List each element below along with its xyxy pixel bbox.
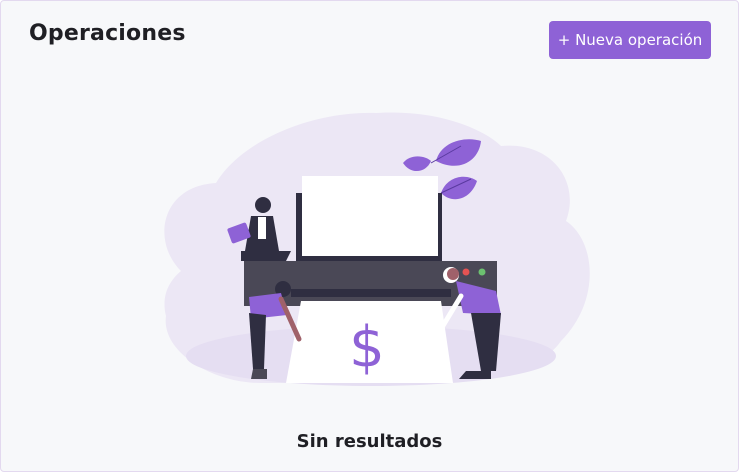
printer-light-green <box>478 268 486 276</box>
operations-panel: Operaciones + Nueva operación $ Sin resu… <box>0 0 739 472</box>
empty-state-illustration: $ <box>164 112 590 386</box>
printer-light-red <box>462 268 470 276</box>
empty-state-message: Sin resultados <box>296 431 443 452</box>
page-title: Operaciones <box>29 21 186 46</box>
dollar-sign-icon: $ <box>349 315 385 380</box>
new-operation-button[interactable]: + Nueva operación <box>549 21 711 59</box>
printer-top-paper <box>302 176 438 256</box>
printer-slot <box>291 289 451 297</box>
